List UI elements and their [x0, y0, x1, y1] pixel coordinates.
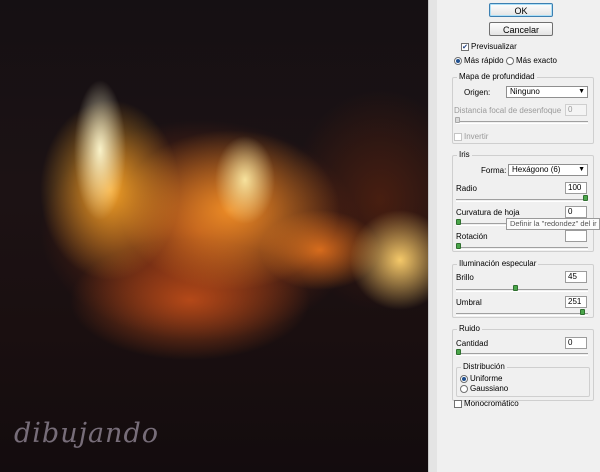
- brightness-label: Brillo: [456, 273, 474, 282]
- curvature-input[interactable]: 0: [565, 206, 587, 218]
- gaussian-label: Gaussiano: [470, 384, 509, 393]
- threshold-thumb[interactable]: [580, 309, 585, 315]
- focal-distance-label: Distancia focal de desenfoque: [454, 106, 562, 115]
- specular-title: Iluminación especular: [457, 259, 539, 269]
- invert-label: Invertir: [464, 132, 489, 141]
- rotation-slider[interactable]: [456, 247, 588, 250]
- more-accurate-label: Más exacto: [516, 56, 557, 65]
- uniform-radio[interactable]: [460, 375, 468, 383]
- preview-checkbox[interactable]: ✔: [461, 43, 469, 51]
- cancel-button[interactable]: Cancelar: [489, 22, 553, 36]
- distribution-title: Distribución: [461, 362, 507, 372]
- brightness-thumb[interactable]: [513, 285, 518, 291]
- curvature-thumb[interactable]: [456, 219, 461, 225]
- iris-title: Iris: [457, 150, 472, 160]
- noise-title: Ruido: [457, 324, 482, 334]
- preview-label: Previsualizar: [471, 42, 517, 51]
- amount-thumb[interactable]: [456, 349, 461, 355]
- brightness-slider[interactable]: [456, 289, 588, 292]
- focal-distance-thumb[interactable]: [455, 117, 460, 123]
- shape-value: Hexágono (6): [512, 165, 561, 174]
- monochromatic-checkbox[interactable]: [454, 400, 462, 408]
- uniform-label: Uniforme: [470, 374, 503, 383]
- amount-input[interactable]: 0: [565, 337, 587, 349]
- invert-checkbox[interactable]: [454, 133, 462, 141]
- preview-image[interactable]: dibujando: [0, 0, 428, 472]
- threshold-input[interactable]: 251: [565, 296, 587, 308]
- faster-label: Más rápido: [464, 56, 504, 65]
- rotation-thumb[interactable]: [456, 243, 461, 249]
- origin-select[interactable]: Ninguno ▼: [506, 86, 588, 98]
- radius-input[interactable]: 100: [565, 182, 587, 194]
- threshold-slider[interactable]: [456, 313, 588, 316]
- rotation-input[interactable]: [565, 230, 587, 242]
- gaussian-radio[interactable]: [460, 385, 468, 393]
- shape-label: Forma:: [481, 166, 507, 175]
- focal-distance-input[interactable]: 0: [565, 104, 587, 116]
- watermark: dibujando: [14, 418, 159, 449]
- rotation-label: Rotación: [456, 232, 488, 241]
- ok-button[interactable]: OK: [489, 3, 553, 17]
- chevron-down-icon: ▼: [578, 166, 585, 173]
- origin-value: Ninguno: [510, 87, 540, 96]
- faster-radio[interactable]: [454, 57, 462, 65]
- monochromatic-label: Monocromático: [464, 399, 519, 408]
- radius-thumb[interactable]: [583, 195, 588, 201]
- tooltip: Definir la "redondez" del ir: [506, 218, 600, 230]
- curvature-label: Curvatura de hoja: [456, 208, 520, 217]
- origin-label: Origen:: [464, 88, 491, 97]
- shape-select[interactable]: Hexágono (6) ▼: [508, 164, 588, 176]
- depth-map-title: Mapa de profundidad: [457, 72, 537, 82]
- amount-slider[interactable]: [456, 353, 588, 356]
- chevron-down-icon: ▼: [578, 88, 585, 95]
- focal-distance-slider[interactable]: [456, 121, 588, 124]
- more-accurate-radio[interactable]: [506, 57, 514, 65]
- radius-slider[interactable]: [456, 199, 588, 202]
- radius-label: Radio: [456, 184, 477, 193]
- brightness-input[interactable]: 45: [565, 271, 587, 283]
- threshold-label: Umbral: [456, 298, 482, 307]
- amount-label: Cantidad: [456, 339, 489, 348]
- lens-blur-panel: OK Cancelar ✔ Previsualizar Más rápido M…: [436, 0, 600, 472]
